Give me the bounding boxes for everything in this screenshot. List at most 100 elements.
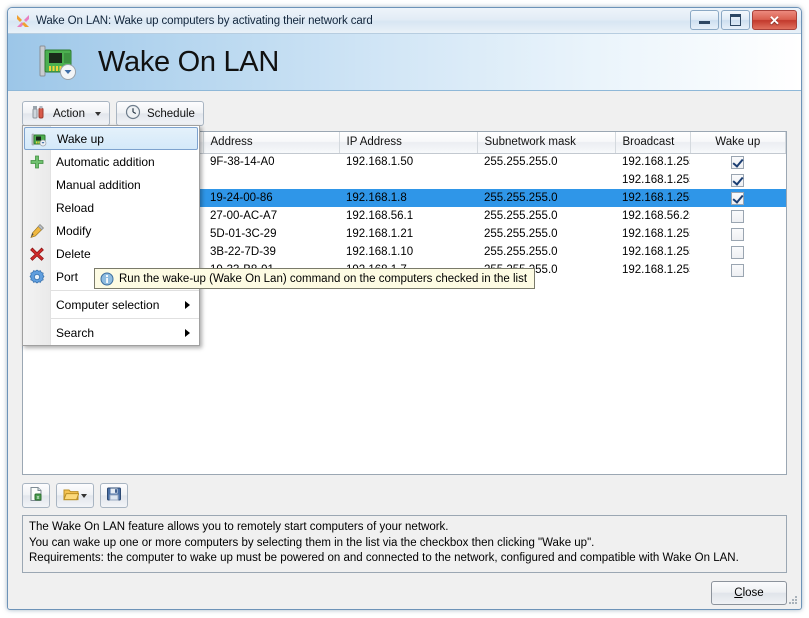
cell-subnetwork-mask: 255.255.255.0 — [477, 189, 615, 207]
window-controls: ✕ — [690, 10, 797, 30]
cell-address: 27-00-AC-A7 — [210, 210, 278, 222]
close-button[interactable]: Close — [711, 580, 787, 605]
menu-item-label: Computer selection — [56, 297, 160, 312]
wake-up-tooltip: Run the wake-up (Wake On Lan) command on… — [94, 268, 536, 289]
menu-item-label: Search — [56, 325, 95, 340]
schedule-button[interactable]: Schedule — [115, 101, 204, 126]
menu-item-wake-up[interactable]: Wake up — [24, 127, 198, 150]
app-banner: Wake On LAN — [8, 34, 801, 91]
menu-item-label: Port — [56, 269, 79, 284]
menu-item-computer-selection[interactable]: Computer selection — [23, 293, 199, 316]
description-line-1: The Wake On LAN feature allows you to re… — [29, 521, 449, 533]
minimize-icon — [699, 21, 710, 24]
menu-item-modify[interactable]: Modify — [23, 219, 199, 242]
menu-item-reload[interactable]: Reload — [23, 196, 199, 219]
maximize-icon — [730, 14, 741, 26]
wake-up-checkbox[interactable] — [731, 191, 745, 205]
chevron-down-icon — [81, 493, 87, 498]
save-disk-icon — [106, 486, 122, 505]
close-icon: ✕ — [769, 12, 780, 28]
wake-up-checkbox[interactable] — [731, 209, 745, 223]
cell-wake-up[interactable] — [690, 153, 786, 171]
open-folder-button[interactable] — [56, 483, 94, 508]
open-folder-icon — [63, 486, 80, 505]
close-rest: lose — [742, 586, 764, 599]
cell-wake-up[interactable] — [690, 171, 786, 189]
action-button[interactable]: Action — [22, 101, 110, 126]
tools-icon — [31, 104, 47, 123]
wake-up-checkbox[interactable] — [731, 155, 745, 169]
cell-broadcast: 192.168.1.255 — [622, 246, 690, 258]
page-title: Wake On LAN — [98, 45, 279, 78]
description-line-2: You can wake up one or more computers by… — [29, 536, 595, 549]
cell-wake-up[interactable] — [690, 189, 786, 207]
cell-ip-address — [339, 171, 477, 189]
cell-address: 3B-22-7D-39 — [210, 246, 276, 258]
action-dropdown-menu[interactable]: Wake up Automatic addition Manual addition… — [22, 125, 200, 346]
menu-item-label: Wake up — [57, 131, 104, 146]
wake-up-checkbox[interactable] — [731, 227, 745, 241]
cell-ip-address: 192.168.1.21 — [346, 228, 414, 240]
wake-up-checkbox[interactable] — [731, 245, 745, 259]
close-window-button[interactable]: ✕ — [752, 10, 797, 30]
cell-address: 5D-01-3C-29 — [210, 228, 277, 240]
wake-up-checkbox[interactable] — [731, 263, 745, 277]
cell-broadcast: 192.168.1.255 — [622, 264, 690, 276]
cell-broadcast: 192.168.1.255 — [622, 156, 690, 169]
close-button-label: Close — [734, 587, 763, 599]
menu-item-label: Automatic addition — [56, 154, 155, 169]
cell-wake-up[interactable] — [690, 261, 786, 279]
info-icon — [100, 272, 114, 286]
cell-broadcast: 192.168.1.255 — [622, 228, 690, 240]
minimize-button[interactable] — [690, 10, 719, 30]
cell-subnetwork-mask: 255.255.255.0 — [484, 210, 558, 222]
cell-wake-up[interactable] — [690, 243, 786, 261]
save-button[interactable] — [100, 483, 128, 508]
cell-address — [203, 171, 339, 189]
cell-subnetwork-mask: 255.255.255.0 — [484, 228, 558, 240]
column-header-subnetwork-mask[interactable]: Subnetwork mask — [477, 132, 616, 154]
column-header-address[interactable]: Address — [203, 132, 340, 154]
wake-on-lan-window: Wake On LAN: Wake up computers by activa… — [7, 7, 802, 610]
window-title: Wake On LAN: Wake up computers by activa… — [36, 14, 373, 27]
submenu-arrow-icon — [185, 300, 190, 309]
menu-item-manual-addition[interactable]: Manual addition — [23, 173, 199, 196]
cell-broadcast: 192.168.1.255 — [622, 174, 690, 186]
cell-subnetwork-mask: 255.255.255.0 — [484, 156, 558, 169]
gear-icon — [29, 269, 45, 285]
column-header-wake-up[interactable]: Wake up — [690, 132, 786, 154]
export-document-button[interactable]: x — [22, 483, 50, 508]
menu-item-label: Reload — [56, 200, 95, 215]
cell-address: 19-24-00-86 — [203, 189, 339, 207]
maximize-button[interactable] — [721, 10, 750, 30]
cell-ip-address: 192.168.1.50 — [346, 156, 414, 169]
wake-up-checkbox[interactable] — [731, 173, 745, 187]
network-card-icon — [31, 131, 47, 147]
column-header-broadcast[interactable]: Broadcast — [615, 132, 691, 154]
cell-wake-up[interactable] — [690, 207, 786, 225]
resize-grip[interactable] — [786, 593, 798, 605]
close-accel: C — [734, 586, 743, 599]
menu-item-delete[interactable]: Delete — [23, 242, 199, 265]
column-header-ip-address[interactable]: IP Address — [339, 132, 478, 154]
client-area: Action Schedule Address IP Address Subne… — [8, 91, 801, 608]
pencil-icon — [29, 223, 45, 239]
file-toolbar: x — [22, 483, 787, 508]
cell-subnetwork-mask: 255.255.255.0 — [484, 246, 558, 258]
menu-item-label: Manual addition — [56, 177, 141, 192]
title-bar: Wake On LAN: Wake up computers by activa… — [8, 8, 801, 34]
menu-separator — [51, 318, 199, 319]
cell-ip-address: 192.168.1.8 — [339, 189, 477, 207]
menu-item-automatic-addition[interactable]: Automatic addition — [23, 150, 199, 173]
schedule-button-label: Schedule — [146, 107, 195, 120]
cell-address: 9F-38-14-A0 — [210, 156, 275, 169]
wol-arrows-icon — [15, 13, 31, 29]
network-card-clock-icon — [36, 42, 78, 82]
cell-ip-address: 192.168.56.1 — [346, 210, 414, 222]
green-plus-icon — [29, 154, 45, 170]
menu-item-search[interactable]: Search — [23, 321, 199, 344]
submenu-arrow-icon — [185, 328, 190, 337]
cell-wake-up[interactable] — [690, 225, 786, 243]
description-line-3: Requirements: the computer to wake up mu… — [29, 552, 739, 564]
menu-separator — [51, 290, 199, 291]
